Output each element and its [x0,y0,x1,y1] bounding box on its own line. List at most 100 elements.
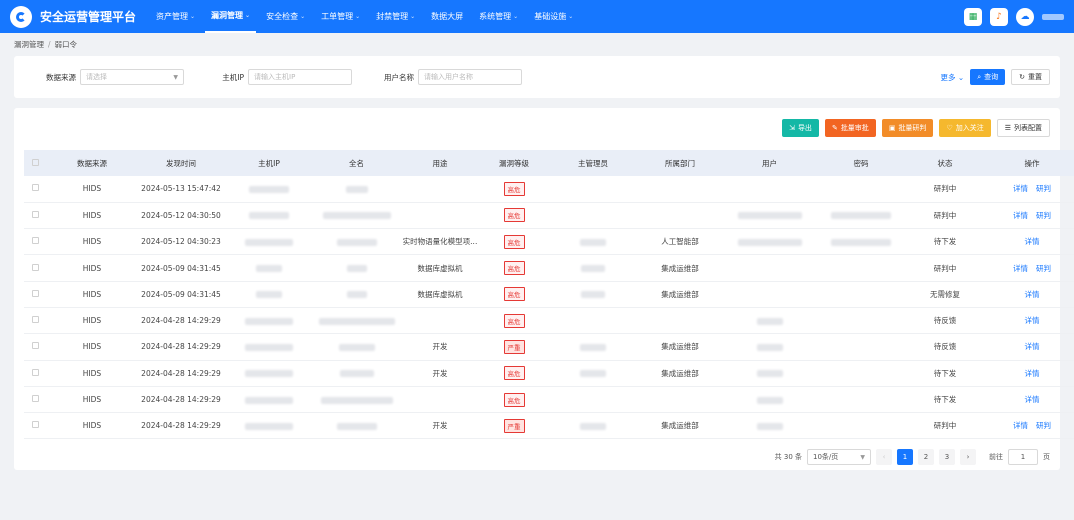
chevron-down-icon: ⌄ [957,72,965,82]
user-cell [721,255,818,281]
nav-item[interactable]: 安全检查 ⌄ [260,0,311,33]
row-select-cell[interactable] [24,334,46,360]
page-button[interactable]: 3 [939,449,955,466]
page-button[interactable]: 2 [918,449,934,466]
export-button[interactable]: ⇲ 导出 [782,119,819,137]
table-row[interactable]: HIDS 2024-05-12 04:30:23 实时物语量化模型项... 高危 人工智… [24,229,1074,255]
apps-grid-icon[interactable]: ▦ [964,7,982,26]
actions-cell: 详情 研判 [986,176,1074,202]
notification-bell-icon[interactable]: ♪ [990,7,1008,26]
user-name[interactable] [1042,13,1064,20]
batch-approve-button[interactable]: ✎ 批量审批 [824,119,876,137]
table-row[interactable]: HIDS 2024-04-28 14:29:29 开发 高危 集成运维部 待下发 详情 [24,360,1074,387]
detail-link[interactable]: 详情 [1013,264,1028,273]
row-select-cell[interactable] [24,307,46,333]
table-row[interactable]: HIDS 2024-04-28 14:29:29 高危 待反馈 详情 [24,307,1074,334]
judge-link[interactable]: 研判 [1036,421,1051,430]
detail-link[interactable]: 详情 [1025,290,1040,299]
detail-link[interactable]: 详情 [1025,395,1040,404]
nav-item[interactable]: 资产管理 ⌄ [150,0,201,33]
judge-icon: ▣ [888,124,896,132]
source-select[interactable]: 请选择 ▼ [80,69,184,85]
main-nav: 资产管理 ⌄ 漏洞管理 ⌄ 安全检查 ⌄ 工单管理 ⌄ 封禁管理 ⌄ 数据大屏 系统管理 ⌄ 基础设施 ⌄ [150,0,579,33]
batch-judge-button[interactable]: ▣ 批量研判 [881,119,934,137]
breadcrumb-separator: / [48,40,51,49]
reset-button[interactable]: ↻ 重置 [1011,69,1050,85]
row-checkbox[interactable] [31,184,39,192]
follow-button[interactable]: ♡ 加入关注 [939,119,991,137]
refresh-icon: ↻ [1019,73,1025,81]
breadcrumb-item[interactable]: 漏洞管理 [14,39,44,50]
row-checkbox[interactable] [31,368,39,376]
page-button[interactable]: 1 [897,449,913,466]
row-select-cell[interactable] [24,360,46,386]
row-select-cell[interactable] [24,229,46,255]
row-select-cell[interactable] [24,202,46,228]
purpose-cell: 开发 [432,421,448,431]
detail-link[interactable]: 详情 [1025,237,1040,246]
detail-link[interactable]: 详情 [1025,316,1040,325]
row-checkbox[interactable] [31,421,39,429]
nav-item[interactable]: 系统管理 ⌄ [473,0,524,33]
row-checkbox[interactable] [31,316,39,324]
select-all-checkbox[interactable] [31,158,39,166]
select-all-header[interactable] [24,150,46,176]
column-config-button[interactable]: ☰ 列表配置 [996,119,1050,137]
query-button[interactable]: ⌕ 查询 [970,69,1006,85]
more-filters-toggle[interactable]: 更多 ⌄ [941,72,965,83]
row-checkbox[interactable] [31,289,39,297]
row-checkbox[interactable] [31,210,39,218]
column-header: 状态 [937,158,953,168]
row-checkbox[interactable] [31,342,39,350]
table-row[interactable]: HIDS 2024-05-12 04:30:50 高危 研判中 详情 研判 [24,202,1074,229]
nav-item[interactable]: 漏洞管理 ⌄ [205,0,257,33]
nav-item[interactable]: 封禁管理 ⌄ [370,0,421,33]
row-checkbox[interactable] [31,263,39,271]
judge-link[interactable]: 研判 [1036,264,1051,273]
redacted-value [756,317,783,325]
row-select-cell[interactable] [24,255,46,281]
host-placeholder: 请输入主机IP [254,73,296,81]
table-row[interactable]: HIDS 2024-05-09 04:31:45 数据库虚拟机 高危 集成运维部 无需修复… [24,281,1074,308]
dept-cell: 人工智能部 [661,237,699,247]
detail-link[interactable]: 详情 [1025,369,1040,378]
user-cell [721,307,818,333]
batch-approve-label: 批量审批 [840,124,869,132]
detail-link[interactable]: 详情 [1013,211,1028,220]
row-checkbox[interactable] [31,237,39,245]
table-row[interactable]: HIDS 2024-04-28 14:29:29 高危 待下发 详情 [24,386,1074,413]
row-select-cell[interactable] [24,386,46,412]
table-row[interactable]: HIDS 2024-04-28 14:29:29 开发 严重 集成运维部 研判中 详情 研判 [24,413,1074,439]
column-config-label: 列表配置 [1014,124,1042,132]
username-input[interactable]: 请输入用户名称 [418,69,522,85]
row-select-cell[interactable] [24,176,46,202]
goto-page-input[interactable]: 1 [1008,449,1038,466]
judge-link[interactable]: 研判 [1036,184,1051,193]
password-cell [818,202,904,228]
detail-link[interactable]: 详情 [1025,342,1040,351]
page-size-select[interactable]: 10条/页 ▼ [807,449,871,466]
row-select-cell[interactable] [24,281,46,307]
host-ip-input[interactable]: 请输入主机IP [248,69,352,85]
redacted-value [339,370,374,378]
nav-item[interactable]: 工单管理 ⌄ [315,0,366,33]
breadcrumb: 漏洞管理 / 弱口令 [0,33,1074,56]
row-select-cell[interactable] [24,413,46,439]
row-checkbox[interactable] [31,395,39,403]
actions-cell: 详情 研判 [986,202,1074,228]
source-cell: HIDS [82,210,102,220]
table-row[interactable]: HIDS 2024-05-13 15:47:42 高危 研判中 详情 研判 [24,176,1074,203]
next-page-button[interactable]: › [960,449,976,466]
table-row[interactable]: HIDS 2024-04-28 14:29:29 开发 严重 集成运维部 待反馈 详情 [24,334,1074,361]
table-row[interactable]: HIDS 2024-05-09 04:31:45 数据库虚拟机 高危 集成运维部 研判中 详… [24,255,1074,282]
level-badge: 高危 [503,208,525,223]
nav-item[interactable]: 基础设施 ⌄ [528,0,579,33]
judge-link[interactable]: 研判 [1036,211,1051,220]
prev-page-button[interactable]: ‹ [876,449,892,466]
detail-link[interactable]: 详情 [1013,184,1028,193]
user-placeholder: 请输入用户名称 [424,73,473,81]
detail-link[interactable]: 详情 [1013,421,1028,430]
nav-item[interactable]: 数据大屏 [425,0,469,33]
admin-cell [547,281,639,307]
avatar[interactable]: ☁ [1016,7,1034,26]
